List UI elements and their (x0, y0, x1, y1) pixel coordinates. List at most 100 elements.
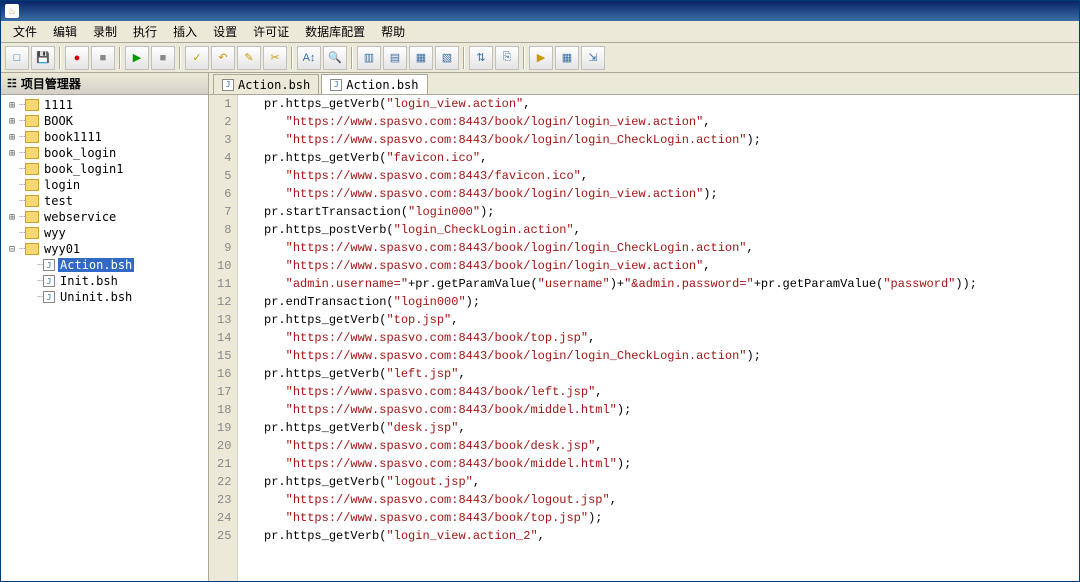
code-line[interactable]: "https://www.spasvo.com:8443/book/login/… (242, 131, 1075, 149)
expand-icon[interactable]: ⊞ (5, 116, 19, 127)
code-line[interactable]: "https://www.spasvo.com:8443/book/login/… (242, 257, 1075, 275)
collapse-icon[interactable]: ⊟ (5, 244, 19, 255)
panel3-icon[interactable]: ▦ (409, 46, 433, 70)
expand-icon[interactable]: ⊞ (5, 132, 19, 143)
code-line[interactable]: "https://www.spasvo.com:8443/book/logout… (242, 491, 1075, 509)
expand-icon[interactable]: ⊞ (5, 212, 19, 223)
play-icon[interactable]: ▶ (125, 46, 149, 70)
tree-node-label: wyy01 (42, 242, 82, 256)
code-line[interactable]: "https://www.spasvo.com:8443/book/login/… (242, 185, 1075, 203)
tree-node-login[interactable]: ┈login (1, 177, 208, 193)
tree-node-book1111[interactable]: ⊞┈book1111 (1, 129, 208, 145)
check-icon[interactable]: ✓ (185, 46, 209, 70)
edit-icon[interactable]: ✎ (237, 46, 261, 70)
project-explorer-header: ☷ 项目管理器 (1, 73, 208, 95)
line-number: 7 (217, 203, 231, 221)
menu-6[interactable]: 许可证 (245, 21, 297, 42)
expand-icon[interactable]: ⊞ (5, 148, 19, 159)
code-source[interactable]: pr.https_getVerb("login_view.action", "h… (238, 95, 1079, 581)
record-icon[interactable]: ● (65, 46, 89, 70)
menu-bar: 文件编辑录制执行插入设置许可证数据库配置帮助 (1, 21, 1079, 43)
menu-3[interactable]: 执行 (125, 21, 165, 42)
menu-4[interactable]: 插入 (165, 21, 205, 42)
run-icon[interactable]: ▶ (529, 46, 553, 70)
expand-icon[interactable]: ⊞ (5, 100, 19, 111)
code-line[interactable]: "https://www.spasvo.com:8443/book/top.js… (242, 509, 1075, 527)
tree-node-label: book_login (42, 146, 118, 160)
tree-node-label: test (42, 194, 75, 208)
editor-tab-1[interactable]: JAction.bsh (321, 74, 427, 94)
link-icon[interactable]: ⎘ (495, 46, 519, 70)
menu-1[interactable]: 编辑 (45, 21, 85, 42)
tree-node-1111[interactable]: ⊞┈1111 (1, 97, 208, 113)
save-icon[interactable]: 💾 (31, 46, 55, 70)
tree-node-wyy[interactable]: ┈wyy (1, 225, 208, 241)
panel1-icon[interactable]: ▥ (357, 46, 381, 70)
cut-icon[interactable]: ✂ (263, 46, 287, 70)
line-number: 18 (217, 401, 231, 419)
code-line[interactable]: "https://www.spasvo.com:8443/book/login/… (242, 347, 1075, 365)
code-line[interactable]: "https://www.spasvo.com:8443/book/top.js… (242, 329, 1075, 347)
tree-node-BOOK[interactable]: ⊞┈BOOK (1, 113, 208, 129)
line-number: 21 (217, 455, 231, 473)
code-line[interactable]: pr.endTransaction("login000"); (242, 293, 1075, 311)
export-icon[interactable]: ⇲ (581, 46, 605, 70)
stop-rec-icon[interactable]: ■ (91, 46, 115, 70)
editor-tab-0[interactable]: JAction.bsh (213, 74, 319, 94)
undo-icon[interactable]: ↶ (211, 46, 235, 70)
menu-7[interactable]: 数据库配置 (297, 21, 373, 42)
code-line[interactable]: pr.startTransaction("login000"); (242, 203, 1075, 221)
code-line[interactable]: pr.https_getVerb("login_view.action_2", (242, 527, 1075, 545)
panel2-icon[interactable]: ▤ (383, 46, 407, 70)
code-line[interactable]: "https://www.spasvo.com:8443/book/middel… (242, 401, 1075, 419)
menu-2[interactable]: 录制 (85, 21, 125, 42)
line-number: 10 (217, 257, 231, 275)
line-number: 19 (217, 419, 231, 437)
table-icon[interactable]: ▦ (555, 46, 579, 70)
code-line[interactable]: "https://www.spasvo.com:8443/book/middel… (242, 455, 1075, 473)
code-line[interactable]: pr.https_getVerb("logout.jsp", (242, 473, 1075, 491)
line-number: 17 (217, 383, 231, 401)
editor-tabs: JAction.bshJAction.bsh (209, 73, 1079, 95)
project-tree[interactable]: ⊞┈1111⊞┈BOOK⊞┈book1111⊞┈book_login┈book_… (1, 95, 208, 581)
project-explorer-title: 项目管理器 (21, 75, 81, 92)
find-icon[interactable]: 🔍 (323, 46, 347, 70)
toolbar-separator (351, 47, 353, 69)
tree-node-book_login[interactable]: ⊞┈book_login (1, 145, 208, 161)
tree-node-wyy01[interactable]: ⊟┈wyy01 (1, 241, 208, 257)
compare-icon[interactable]: ⇅ (469, 46, 493, 70)
stop-icon[interactable]: ■ (151, 46, 175, 70)
font-icon[interactable]: A↕ (297, 46, 321, 70)
folder-icon (25, 147, 39, 159)
menu-5[interactable]: 设置 (205, 21, 245, 42)
code-line[interactable]: "https://www.spasvo.com:8443/book/login/… (242, 239, 1075, 257)
code-line[interactable]: pr.https_getVerb("favicon.ico", (242, 149, 1075, 167)
new-icon[interactable]: □ (5, 46, 29, 70)
tree-node-book_login1[interactable]: ┈book_login1 (1, 161, 208, 177)
code-line[interactable]: "https://www.spasvo.com:8443/book/login/… (242, 113, 1075, 131)
tree-node-Action-bsh[interactable]: ┈JAction.bsh (1, 257, 208, 273)
code-line[interactable]: "https://www.spasvo.com:8443/book/desk.j… (242, 437, 1075, 455)
line-number: 8 (217, 221, 231, 239)
file-icon: J (43, 275, 55, 287)
code-line[interactable]: pr.https_getVerb("desk.jsp", (242, 419, 1075, 437)
code-line[interactable]: "https://www.spasvo.com:8443/book/left.j… (242, 383, 1075, 401)
tree-node-webservice[interactable]: ⊞┈webservice (1, 209, 208, 225)
folder-icon (25, 99, 39, 111)
code-line[interactable]: pr.https_getVerb("login_view.action", (242, 95, 1075, 113)
tree-node-Uninit-bsh[interactable]: ┈JUninit.bsh (1, 289, 208, 305)
tree-node-label: BOOK (42, 114, 75, 128)
code-line[interactable]: pr.https_getVerb("top.jsp", (242, 311, 1075, 329)
code-line[interactable]: pr.https_getVerb("left.jsp", (242, 365, 1075, 383)
code-line[interactable]: "https://www.spasvo.com:8443/favicon.ico… (242, 167, 1075, 185)
code-line[interactable]: "admin.username="+pr.getParamValue("user… (242, 275, 1075, 293)
toolbar-separator (179, 47, 181, 69)
tree-node-Init-bsh[interactable]: ┈JInit.bsh (1, 273, 208, 289)
tree-node-test[interactable]: ┈test (1, 193, 208, 209)
folder-icon (25, 163, 39, 175)
panel4-icon[interactable]: ▧ (435, 46, 459, 70)
menu-8[interactable]: 帮助 (373, 21, 413, 42)
menu-0[interactable]: 文件 (5, 21, 45, 42)
code-line[interactable]: pr.https_postVerb("login_CheckLogin.acti… (242, 221, 1075, 239)
code-editor[interactable]: 1234567891011121314151617181920212223242… (209, 95, 1079, 581)
